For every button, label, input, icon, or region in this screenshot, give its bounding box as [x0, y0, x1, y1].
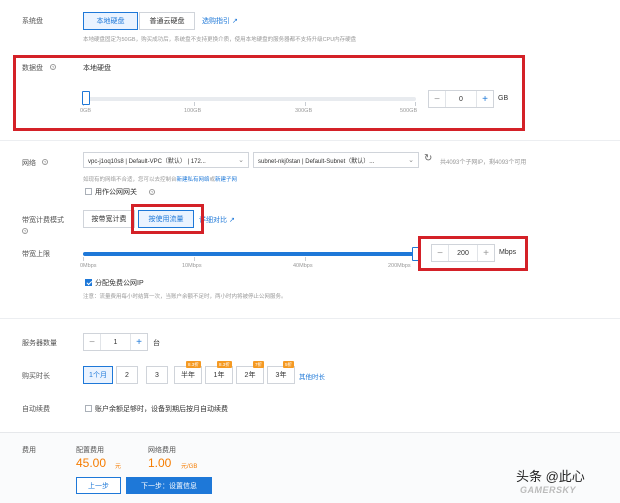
network-hint-text: 如现有的网络不合适，您可以去控制台	[83, 177, 177, 183]
divider	[0, 318, 620, 319]
server-count-unit: 台	[153, 340, 160, 347]
purchase-guide-link-text: 选购指引	[202, 18, 230, 25]
billing-bandwidth-button[interactable]: 按带宽计费	[83, 210, 135, 228]
external-link-icon: ↗	[228, 217, 235, 224]
slider-tick	[305, 257, 306, 261]
prev-step-button[interactable]: 上一步	[76, 477, 121, 494]
network-hint: 如现有的网络不合适，您可以去控制台新建私有网络或新建子网	[83, 175, 237, 183]
bandwidth-label: 带宽上限	[22, 251, 50, 258]
slider-tick	[83, 257, 84, 261]
billing-highlight-box	[131, 204, 204, 234]
duration-option-1-month[interactable]: 1个月	[83, 366, 113, 384]
divider	[0, 140, 620, 141]
server-count-increment-button[interactable]: +	[130, 334, 147, 350]
public-gateway-checkbox[interactable]	[85, 188, 92, 195]
discount-badge: 8.3折	[186, 361, 201, 368]
slider-tick	[194, 257, 195, 261]
other-duration-link[interactable]: 其他时长	[299, 371, 325, 381]
bandwidth-tick-label: 40Mbps	[293, 263, 313, 269]
billing-mode-label: 带宽计费模式	[22, 217, 64, 224]
discount-badge: 8.3折	[217, 361, 232, 368]
bandwidth-slider-fill	[83, 252, 416, 256]
system-disk-local-button[interactable]: 本地硬盘	[83, 12, 138, 30]
config-fee-unit: 元	[115, 464, 122, 470]
vpc-select-value: vpc-j1oq10s8 | Default-VPC（默认） | 172...	[88, 158, 206, 165]
duration-option-2-year[interactable]: 2年	[236, 366, 264, 384]
network-fee-label: 网络费用	[148, 447, 176, 454]
watermark-site: GAMERSKY	[520, 485, 577, 495]
server-count-stepper[interactable]: − 1 +	[83, 333, 148, 351]
config-fee-label: 配置费用	[76, 447, 104, 454]
duration-option-3-year[interactable]: 3年	[267, 366, 295, 384]
auto-renew-label: 自动续费	[22, 406, 50, 413]
external-link-icon: ↗	[231, 18, 238, 25]
duration-option-2[interactable]: 2	[116, 366, 138, 384]
duration-label: 购买时长	[22, 373, 50, 380]
subnet-select-value: subnet-nkj0stan | Default-Subnet（默认）...	[258, 158, 375, 165]
bandwidth-tick-label: 0Mbps	[80, 263, 97, 269]
fee-label: 费用	[22, 447, 36, 454]
bandwidth-highlight-box	[418, 236, 528, 271]
purchase-guide-link[interactable]: 选购指引 ↗	[202, 16, 238, 26]
auto-renew-text: 账户余额足够时，设备到期后按月自动续费	[95, 406, 228, 413]
subnet-select[interactable]: subnet-nkj0stan | Default-Subnet（默认）... ⌄	[253, 152, 419, 168]
free-ip-label: 分配免费公网IP	[95, 280, 144, 287]
help-icon[interactable]: ?	[22, 228, 28, 234]
system-disk-label: 系统盘	[22, 18, 43, 25]
server-count-decrement-button[interactable]: −	[84, 334, 101, 350]
data-disk-highlight-box	[13, 55, 525, 131]
chevron-down-icon: ⌄	[408, 157, 414, 164]
server-count-value-input[interactable]: 1	[101, 334, 130, 350]
bandwidth-tick-label: 10Mbps	[182, 263, 202, 269]
network-label: 网络	[22, 160, 36, 167]
create-vpc-link[interactable]: 新建私有网络	[177, 177, 210, 183]
discount-badge: 7折	[253, 361, 265, 368]
bandwidth-note: 注意：流量费用每小时结算一次，当账户余额不足时，两小时内将被停止公网服务。	[83, 294, 287, 300]
next-step-button[interactable]: 下一步：设置信息	[126, 477, 212, 494]
watermark-author: 头条 @此心	[516, 469, 585, 484]
system-disk-note: 本地硬盘固定为50GB，购买成功后，系统盘不支持更换介质，使用本地硬盘的服务器都…	[83, 37, 357, 43]
config-fee-value: 45.00	[76, 456, 107, 470]
compare-link[interactable]: 详细对比 ↗	[199, 215, 235, 225]
network-fee-value: 1.00	[148, 456, 172, 470]
help-icon[interactable]: ?	[42, 159, 48, 165]
system-disk-cloud-button[interactable]: 普通云硬盘	[139, 12, 195, 30]
subnet-ip-info: 共4093个子网IP，剩4093个可用	[440, 160, 527, 166]
create-subnet-link[interactable]: 新建子网	[215, 177, 237, 183]
duration-option-half-year[interactable]: 半年	[174, 366, 202, 384]
help-icon[interactable]: ?	[149, 189, 155, 195]
refresh-icon[interactable]: ↻	[424, 153, 432, 164]
public-gateway-label: 用作公网网关	[95, 189, 137, 196]
duration-option-3[interactable]: 3	[146, 366, 168, 384]
chevron-down-icon: ⌄	[238, 157, 244, 164]
auto-renew-checkbox[interactable]	[85, 405, 92, 412]
discount-badge: 5折	[283, 361, 295, 368]
duration-option-1-year[interactable]: 1年	[205, 366, 233, 384]
free-ip-checkbox[interactable]	[85, 279, 92, 286]
vpc-select[interactable]: vpc-j1oq10s8 | Default-VPC（默认） | 172... ⌄	[83, 152, 249, 168]
bandwidth-tick-label: 200Mbps	[388, 263, 411, 269]
server-count-label: 服务器数量	[22, 340, 57, 347]
network-fee-unit: 元/GB	[181, 464, 198, 470]
